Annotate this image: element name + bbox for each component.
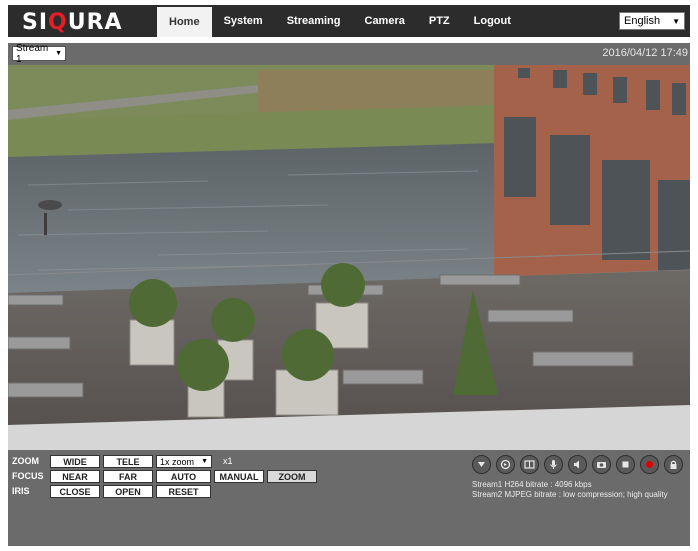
- main-nav: Home System Streaming Camera PTZ Logout: [157, 5, 523, 37]
- chevron-down-icon: ▼: [55, 50, 62, 57]
- zoom-wide-button[interactable]: WIDE: [50, 455, 100, 468]
- camera-icon[interactable]: [592, 455, 611, 474]
- live-video[interactable]: [8, 65, 690, 450]
- stream-select-value: Stream 1: [16, 42, 49, 65]
- zoom-select[interactable]: 1x zoom ▼: [156, 455, 212, 468]
- nav-item-ptz[interactable]: PTZ: [417, 5, 462, 37]
- language-select-value: English: [624, 15, 661, 27]
- microphone-icon[interactable]: [544, 455, 563, 474]
- nav-item-logout[interactable]: Logout: [462, 5, 523, 37]
- iris-close-button[interactable]: CLOSE: [50, 485, 100, 498]
- zoom-factor: x1: [223, 456, 233, 466]
- siqura-logo: SIQURA: [22, 10, 123, 35]
- nav-item-home[interactable]: Home: [157, 5, 212, 37]
- chevron-down-icon[interactable]: [472, 455, 491, 474]
- focus-auto-button[interactable]: AUTO: [156, 470, 211, 483]
- zoom-label: ZOOM: [12, 456, 39, 466]
- focus-near-button[interactable]: NEAR: [50, 470, 100, 483]
- speaker-icon[interactable]: [568, 455, 587, 474]
- talk-icon[interactable]: [496, 455, 515, 474]
- stream2-status: Stream2 MJPEG bitrate : low compression;…: [472, 490, 668, 499]
- stop-icon[interactable]: [616, 455, 635, 474]
- stream1-status: Stream1 H264 bitrate : 4096 kbps: [472, 480, 592, 489]
- zoom-select-value: 1x zoom: [160, 456, 195, 467]
- timestamp: 2016/04/12 17:49: [602, 47, 688, 59]
- chevron-down-icon: ▼: [672, 16, 680, 26]
- nav-item-camera[interactable]: Camera: [353, 5, 417, 37]
- focus-manual-button[interactable]: MANUAL: [214, 470, 264, 483]
- focus-label: FOCUS: [12, 471, 44, 481]
- language-select[interactable]: English ▼: [619, 12, 685, 30]
- zoom-tele-button[interactable]: TELE: [103, 455, 153, 468]
- focus-far-button[interactable]: FAR: [103, 470, 153, 483]
- chevron-down-icon: ▼: [201, 458, 208, 465]
- snapshot-grid-icon[interactable]: [520, 455, 539, 474]
- top-header: SIQURA Home System Streaming Camera PTZ …: [0, 0, 698, 40]
- focus-zoom-button[interactable]: ZOOM: [267, 470, 317, 483]
- ptz-control-panel: ZOOM WIDE TELE 1x zoom ▼ x1 FOCUS NEAR F…: [8, 450, 690, 546]
- iris-open-button[interactable]: OPEN: [103, 485, 153, 498]
- lock-icon[interactable]: [664, 455, 683, 474]
- stream-select[interactable]: Stream 1 ▼: [12, 43, 66, 65]
- iris-label: IRIS: [12, 486, 30, 496]
- nav-item-streaming[interactable]: Streaming: [275, 5, 353, 37]
- stream-bar: Stream 1 ▼ 2016/04/12 17:49: [8, 43, 690, 65]
- record-icon[interactable]: [640, 455, 659, 474]
- video-frame: [8, 65, 690, 450]
- iris-reset-button[interactable]: RESET: [156, 485, 211, 498]
- nav-item-system[interactable]: System: [212, 5, 275, 37]
